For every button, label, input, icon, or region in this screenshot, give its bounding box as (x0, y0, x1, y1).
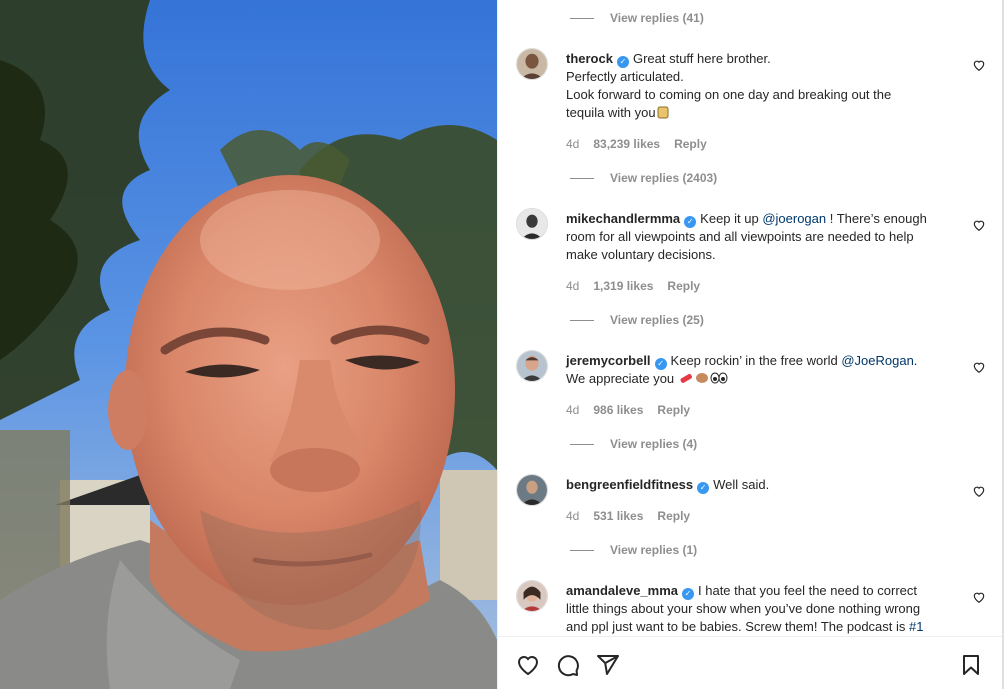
verified-badge-icon: ✓ (616, 56, 629, 68)
avatar-image (517, 581, 547, 611)
divider (570, 17, 594, 19)
comment-username[interactable]: jeremycorbell (566, 353, 651, 368)
avatar[interactable] (516, 474, 548, 506)
verified-badge-icon: ✓ (682, 588, 695, 600)
comment-icon[interactable] (556, 653, 580, 677)
comment-text-line: I hate that you feel the need to correct (698, 583, 917, 598)
view-replies-button[interactable]: View replies (4) (570, 436, 697, 452)
comment-time: 4d (566, 509, 580, 523)
view-replies-button[interactable]: View replies (41) (570, 10, 704, 26)
view-replies-label: View replies (2403) (610, 171, 718, 185)
avatar[interactable] (516, 350, 548, 382)
comment-username[interactable]: amandaleve_mma (566, 583, 678, 598)
comment-username[interactable]: bengreenfieldfitness (566, 477, 693, 492)
heart-icon[interactable] (972, 360, 986, 374)
avatar-image (517, 475, 547, 505)
heart-icon[interactable] (972, 218, 986, 232)
divider (570, 319, 594, 321)
comment-text-line: tequila with you (566, 105, 656, 120)
heart-icon[interactable] (516, 653, 540, 677)
heart-icon[interactable] (972, 484, 986, 498)
verified-badge-icon: ✓ (654, 358, 667, 370)
bookmark-icon[interactable] (959, 653, 983, 677)
comment-username[interactable]: mikechandlermma (566, 211, 680, 226)
comment-time: 4d (566, 137, 580, 151)
comment-text: mikechandlermma ✓ Keep it up @joerogan ! T… (566, 210, 961, 264)
comment-text-line: Look forward to coming on one day and br… (566, 87, 892, 102)
view-replies-button[interactable]: View replies (25) (570, 312, 704, 328)
comment-likes[interactable]: 83,239 likes (593, 137, 660, 151)
comment-text-line: Well said. (713, 477, 770, 492)
comment-text-line: Great stuff here brother. (632, 51, 771, 66)
mention-link[interactable]: @JoeRogan (841, 353, 913, 368)
video-frame (0, 0, 497, 689)
comment-meta: 4d 83,239 likes Reply (566, 137, 707, 151)
comment-text-line: We appreciate you (566, 371, 675, 386)
comment-text-line: little things about your show when you’v… (566, 601, 921, 616)
divider (570, 177, 594, 179)
comment-meta: 4d 986 likes Reply (566, 403, 690, 417)
share-icon[interactable] (596, 653, 620, 677)
view-replies-label: View replies (4) (610, 437, 698, 451)
avatar-image (517, 49, 547, 79)
divider (570, 549, 594, 551)
avatar[interactable] (516, 208, 548, 240)
heart-icon[interactable] (972, 58, 986, 72)
comment-likes[interactable]: 1,319 likes (593, 279, 653, 293)
firecracker-icon (680, 374, 692, 383)
comment-text: jeremycorbell ✓ Keep rockin’ in the free w… (566, 352, 961, 388)
comment-meta: 4d 1,319 likes Reply (566, 279, 700, 293)
divider (570, 443, 594, 445)
heart-icon[interactable] (972, 590, 986, 604)
avatar-image (517, 351, 547, 381)
comment-text-line: Perfectly articulated. (566, 69, 684, 84)
fist-bump-icon (695, 373, 708, 383)
view-replies-label: View replies (25) (610, 313, 704, 327)
comment-time: 4d (566, 279, 580, 293)
comment-text-line: . (913, 353, 918, 368)
comment-text: amandaleve_mma ✓ I hate that you feel the … (566, 582, 961, 636)
comment-text: bengreenfieldfitness ✓ Well said. (566, 476, 961, 494)
mention-link[interactable]: @joerogan (762, 211, 826, 226)
hashtag-link[interactable]: #1 (909, 619, 923, 634)
comment-text-line: ! There’s enough (826, 211, 927, 226)
reply-button[interactable]: Reply (667, 279, 700, 293)
comment-username[interactable]: therock (566, 51, 613, 66)
comment-text-line: room for all viewpoints and all viewpoin… (566, 229, 914, 244)
post-action-bar (498, 636, 1003, 689)
eyes-icon (710, 372, 728, 384)
avatar[interactable] (516, 580, 548, 612)
comment-text-line: make voluntary decisions. (566, 247, 716, 262)
avatar-image (517, 209, 547, 239)
comments-panel: View replies (41) therock ✓ Great stuff he… (497, 0, 1003, 689)
reply-button[interactable]: Reply (657, 403, 690, 417)
post-media[interactable] (0, 0, 497, 689)
view-replies-button[interactable]: View replies (2403) (570, 170, 717, 186)
avatar[interactable] (516, 48, 548, 80)
comment-meta: 4d 531 likes Reply (566, 509, 690, 523)
verified-badge-icon: ✓ (697, 482, 710, 494)
view-replies-label: View replies (1) (610, 543, 698, 557)
reply-button[interactable]: Reply (657, 509, 690, 523)
comment-text-line: Keep it up (700, 211, 763, 226)
comment-text-line: and ppl just want to be babies. Screw th… (566, 619, 910, 634)
comment-time: 4d (566, 403, 580, 417)
view-replies-label: View replies (41) (610, 11, 704, 25)
comment-text-line: Keep rockin’ in the free world (670, 353, 842, 368)
tumbler-glass-icon (657, 106, 669, 119)
reply-button[interactable]: Reply (674, 137, 707, 151)
comment-likes[interactable]: 986 likes (593, 403, 643, 417)
view-replies-button[interactable]: View replies (1) (570, 542, 697, 558)
comments-list[interactable]: View replies (41) therock ✓ Great stuff he… (498, 0, 1003, 636)
comment-likes[interactable]: 531 likes (593, 509, 643, 523)
comment-text: therock ✓ Great stuff here brother. Perfec… (566, 50, 961, 122)
verified-badge-icon: ✓ (684, 216, 697, 228)
